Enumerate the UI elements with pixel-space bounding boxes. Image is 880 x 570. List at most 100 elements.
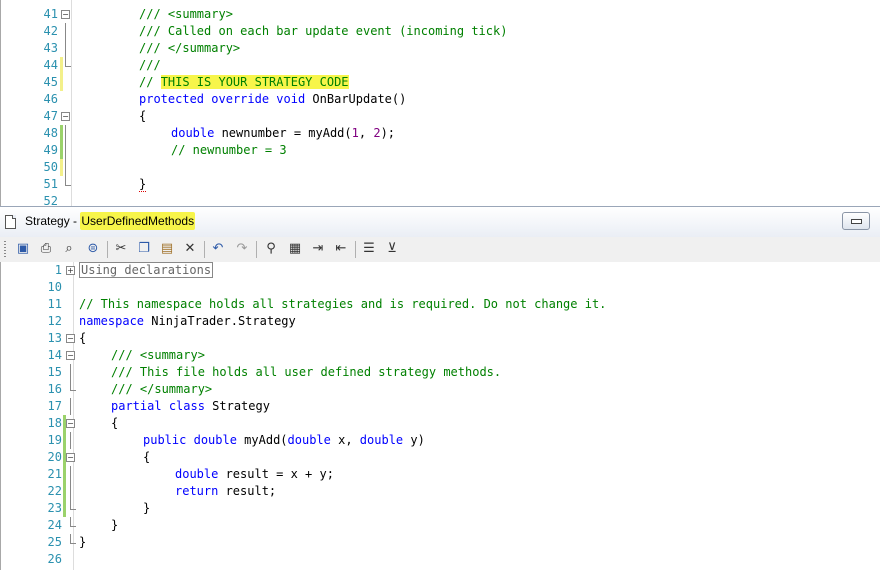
top-code-editor[interactable]: 41 − /// <summary> 42 /// Called on each…: [0, 0, 880, 206]
comment-icon[interactable]: ☰: [361, 241, 377, 257]
code-token: protected: [139, 92, 205, 106]
code-line: 50: [0, 159, 880, 176]
code-token: return: [175, 484, 219, 498]
code-token: // This namespace holds all strategies a…: [79, 297, 607, 311]
line-number: 17: [47, 399, 62, 413]
line-number: 14: [47, 348, 62, 362]
code-line: 26: [0, 551, 880, 568]
save-icon[interactable]: ▣: [15, 241, 31, 257]
print-preview-icon[interactable]: ⌕: [61, 241, 77, 257]
line-number: 11: [47, 297, 62, 311]
find-icon[interactable]: ⚲: [263, 241, 279, 257]
replace-icon[interactable]: ▦: [287, 241, 303, 257]
code-token: partial: [111, 399, 162, 413]
line-number: 16: [47, 382, 62, 396]
line-number: 24: [47, 518, 62, 532]
code-line: 51 }: [0, 176, 880, 193]
code-line: 18 − {: [0, 415, 880, 432]
line-number: 26: [47, 552, 62, 566]
line-number: 13: [47, 331, 62, 345]
paste-icon[interactable]: ▤: [159, 241, 175, 257]
editor-toolbar: ▣ ⎙ ⌕ ⊜ ✂ ❐ ▤ ✕ ↶ ↷ ⚲ ▦ ⇥ ⇤ ☰ ⊻: [0, 237, 880, 263]
code-token: NinjaTrader.Strategy: [144, 314, 296, 328]
bottom-code-editor[interactable]: 1 + Using declarations 10 11 // This nam…: [0, 262, 880, 570]
indent-icon[interactable]: ⇥: [310, 241, 326, 257]
code-token: double: [193, 433, 237, 447]
fold-minus-icon[interactable]: −: [66, 351, 75, 360]
outdent-icon[interactable]: ⇤: [333, 241, 349, 257]
collapsed-region[interactable]: Using declarations: [79, 262, 214, 278]
line-number: 22: [47, 484, 62, 498]
code-line: 46 protected override void OnBarUpdate(): [0, 91, 880, 108]
code-line: 49 // newnumber = 3: [0, 142, 880, 159]
code-token: double: [287, 433, 331, 447]
window-title: Strategy - UserDefinedMethods: [25, 212, 196, 230]
code-line: 10: [0, 279, 880, 296]
line-number: 52: [43, 194, 58, 206]
line-number: 51: [43, 177, 58, 191]
line-number: 49: [43, 143, 58, 157]
file-name-highlight: UserDefinedMethods: [80, 212, 196, 230]
code-line: 45 // THIS IS YOUR STRATEGY CODE: [0, 74, 880, 91]
code-line: 14 − /// <summary>: [0, 347, 880, 364]
code-line: 13 − {: [0, 330, 880, 347]
code-line: 47 − {: [0, 108, 880, 125]
code-token: }: [139, 177, 147, 192]
line-number: 43: [43, 41, 58, 55]
line-number: 21: [47, 467, 62, 481]
code-token: /// </summary>: [111, 382, 213, 396]
line-number: 45: [43, 75, 58, 89]
code-line: 21 double result = x + y;: [0, 466, 880, 483]
redo-icon[interactable]: ↷: [234, 241, 250, 257]
line-number: 20: [47, 450, 62, 464]
code-token: override: [211, 92, 270, 106]
line-number: 50: [43, 160, 58, 174]
line-number: 15: [47, 365, 62, 379]
code-line: 23 }: [0, 500, 880, 517]
code-line: 44 ///: [0, 57, 880, 74]
delete-icon[interactable]: ✕: [182, 241, 198, 257]
code-line: 19 public double myAdd(double x, double …: [0, 432, 880, 449]
line-number: 19: [47, 433, 62, 447]
code-token: //: [139, 75, 161, 89]
fold-plus-icon[interactable]: +: [66, 266, 75, 275]
line-number: 1: [54, 263, 62, 277]
code-token: void: [276, 92, 306, 106]
cut-icon[interactable]: ✂: [113, 241, 129, 257]
line-number: 48: [43, 126, 58, 140]
copy-icon[interactable]: ❐: [136, 241, 152, 257]
line-number: 47: [43, 109, 58, 123]
minimize-button[interactable]: [842, 212, 870, 230]
code-line: 52: [0, 193, 880, 206]
line-number: 42: [43, 24, 58, 38]
code-line: 48 double newnumber = myAdd(1, 2);: [0, 125, 880, 142]
toolbar-grip[interactable]: [4, 241, 6, 258]
line-number: 44: [43, 58, 58, 72]
code-token: double: [175, 467, 219, 481]
code-token: double: [359, 433, 404, 447]
code-token: /// <summary>: [139, 7, 233, 21]
fold-minus-icon[interactable]: −: [66, 334, 75, 343]
code-token: namespace: [79, 314, 145, 328]
code-line: 20 − {: [0, 449, 880, 466]
fold-minus-icon[interactable]: −: [61, 10, 70, 19]
code-token: double: [171, 126, 215, 140]
code-line: 16 /// </summary>: [0, 381, 880, 398]
code-token: Strategy: [204, 399, 270, 413]
code-token: ///: [139, 58, 161, 72]
document-icon: [5, 215, 16, 229]
fold-minus-icon[interactable]: −: [61, 112, 70, 121]
line-number: 18: [47, 416, 62, 430]
code-token: {: [139, 109, 147, 123]
fold-minus-icon[interactable]: −: [66, 453, 75, 462]
print-icon[interactable]: ⎙: [38, 241, 54, 257]
uncomment-icon[interactable]: ⊻: [384, 241, 400, 257]
code-line: 41 − /// <summary>: [0, 6, 880, 23]
line-number: 41: [43, 7, 58, 21]
undo-icon[interactable]: ↶: [210, 241, 226, 257]
fold-minus-icon[interactable]: −: [66, 419, 75, 428]
highlighted-comment: THIS IS YOUR STRATEGY CODE: [160, 75, 349, 89]
code-token: OnBarUpdate(): [305, 92, 407, 106]
properties-icon[interactable]: ⊜: [85, 241, 101, 257]
code-token: /// <summary>: [111, 348, 205, 362]
